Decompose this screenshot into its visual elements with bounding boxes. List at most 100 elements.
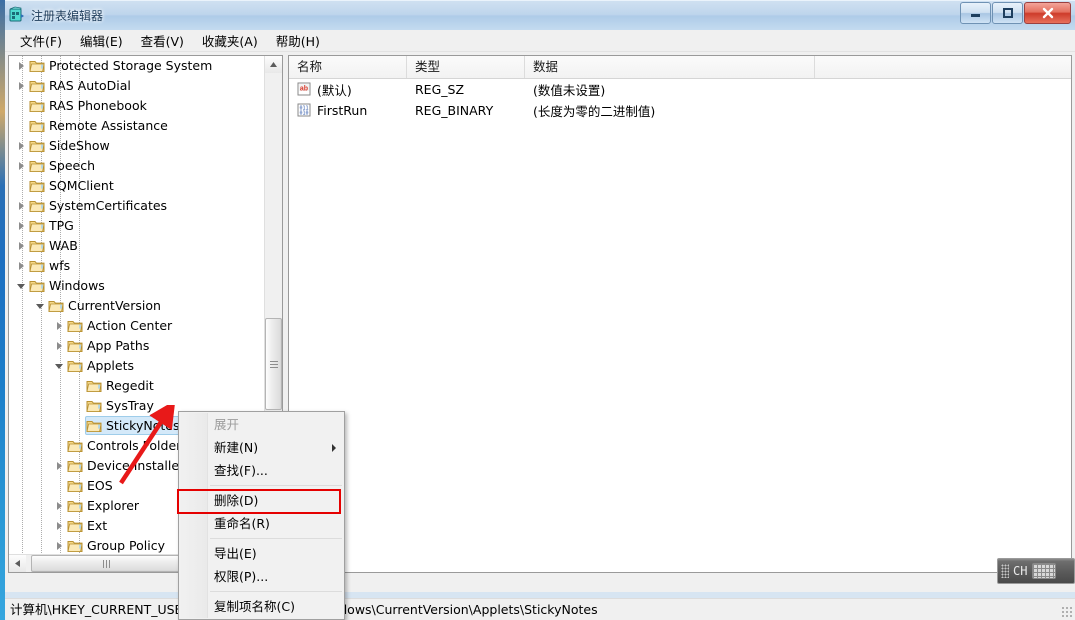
tree-item-label: EOS	[87, 478, 113, 493]
tree-item-label: Group Policy	[87, 538, 165, 553]
folder-icon	[29, 179, 45, 193]
expand-arrow-icon[interactable]	[55, 456, 66, 476]
ctx-permissions[interactable]: 权限(P)...	[179, 565, 344, 588]
tree-item[interactable]: CurrentVersion	[9, 296, 266, 316]
ime-language-label[interactable]: CH	[1013, 564, 1027, 578]
ctx-export[interactable]: 导出(E)	[179, 542, 344, 565]
registry-values-pane[interactable]: 名称 类型 数据 ab (默认) REG_SZ (数值未设置) 011 010 FirstR…	[288, 55, 1072, 573]
expand-arrow-icon[interactable]	[17, 256, 28, 276]
tree-scrollbar-thumb[interactable]	[265, 318, 282, 410]
expand-arrow-icon[interactable]	[17, 196, 28, 216]
folder-icon	[48, 299, 64, 313]
expand-arrow-icon[interactable]	[17, 76, 28, 96]
folder-icon	[67, 439, 83, 453]
value-type-cell: REG_SZ	[415, 82, 465, 97]
expand-arrow-icon[interactable]	[17, 236, 28, 256]
title-bar[interactable]: 注册表编辑器	[5, 0, 1075, 31]
tree-item[interactable]: RAS Phonebook	[9, 96, 266, 116]
collapse-arrow-icon[interactable]	[36, 296, 47, 316]
tree-item[interactable]: Windows	[9, 276, 266, 296]
expand-arrow-icon[interactable]	[55, 316, 66, 336]
resize-grip[interactable]	[1061, 606, 1073, 618]
window-controls	[960, 2, 1071, 24]
folder-icon	[86, 419, 102, 433]
folder-icon	[67, 539, 83, 553]
tree-item[interactable]: SystemCertificates	[9, 196, 266, 216]
expand-arrow-icon[interactable]	[17, 216, 28, 236]
tree-item-label: RAS Phonebook	[49, 98, 147, 113]
tree-item[interactable]: Speech	[9, 156, 266, 176]
tree-item-label: Action Center	[87, 318, 173, 333]
keyboard-icon[interactable]	[1032, 563, 1057, 579]
column-header-name[interactable]: 名称	[289, 56, 407, 78]
tree-item[interactable]: TPG	[9, 216, 266, 236]
tree-item-label: CurrentVersion	[68, 298, 161, 313]
folder-icon	[67, 519, 83, 533]
context-menu-item-label: 新建(N)	[214, 440, 259, 455]
menu-file[interactable]: 文件(F)	[11, 28, 71, 53]
tree-item[interactable]: RAS AutoDial	[9, 76, 266, 96]
ctx-delete[interactable]: 删除(D)	[177, 489, 344, 514]
tree-item[interactable]: wfs	[9, 256, 266, 276]
maximize-button[interactable]	[992, 2, 1023, 24]
expand-arrow-icon[interactable]	[55, 496, 66, 516]
context-menu-separator	[210, 591, 342, 592]
tree-item-label: Windows	[49, 278, 105, 293]
tree-hscrollbar-thumb[interactable]	[31, 555, 181, 572]
menu-view[interactable]: 查看(V)	[132, 28, 193, 53]
expand-arrow-icon[interactable]	[17, 56, 28, 76]
table-row[interactable]: 011 010 FirstRun REG_BINARY (长度为零的二进制值)	[289, 100, 1071, 121]
tree-item-label: Protected Storage System	[49, 58, 213, 73]
expand-arrow-icon[interactable]	[17, 136, 28, 156]
ctx-rename[interactable]: 重命名(R)	[179, 512, 344, 535]
folder-icon	[29, 199, 45, 213]
folder-icon	[86, 399, 102, 413]
collapse-arrow-icon[interactable]	[55, 356, 66, 376]
ime-language-bar[interactable]: CH	[997, 558, 1075, 584]
ctx-new[interactable]: 新建(N)	[179, 436, 344, 459]
column-header-data[interactable]: 数据	[525, 56, 815, 78]
close-button[interactable]	[1024, 2, 1071, 24]
minimize-button[interactable]	[960, 2, 991, 24]
tree-item[interactable]: Action Center	[9, 316, 266, 336]
folder-icon	[67, 319, 83, 333]
expand-arrow-icon[interactable]	[55, 516, 66, 536]
tree-item-label: Applets	[87, 358, 134, 373]
scroll-left-arrow[interactable]	[9, 555, 26, 572]
tree-item[interactable]: SideShow	[9, 136, 266, 156]
menu-help[interactable]: 帮助(H)	[267, 28, 329, 53]
expand-arrow-icon[interactable]	[55, 336, 66, 356]
menu-edit[interactable]: 编辑(E)	[71, 28, 132, 53]
expand-arrow-icon[interactable]	[55, 536, 66, 556]
svg-text:010: 010	[299, 110, 308, 116]
tree-item[interactable]: Protected Storage System	[9, 56, 266, 76]
tree-item[interactable]: Applets	[9, 356, 266, 376]
folder-icon	[29, 219, 45, 233]
tree-item[interactable]: SQMClient	[9, 176, 266, 196]
folder-icon	[29, 279, 45, 293]
menu-bar: 文件(F) 编辑(E) 查看(V) 收藏夹(A) 帮助(H)	[5, 30, 1075, 52]
ime-drag-handle[interactable]	[1001, 564, 1009, 578]
folder-icon	[29, 79, 45, 93]
tree-item[interactable]: Regedit	[9, 376, 266, 396]
folder-icon	[67, 339, 83, 353]
values-list: ab (默认) REG_SZ (数值未设置) 011 010 FirstRun REG_BIN…	[289, 79, 1071, 121]
ctx-copy-key-name[interactable]: 复制项名称(C)	[179, 595, 344, 618]
table-row[interactable]: ab (默认) REG_SZ (数值未设置)	[289, 79, 1071, 100]
collapse-arrow-icon[interactable]	[17, 276, 28, 296]
folder-icon	[29, 139, 45, 153]
scroll-up-arrow[interactable]	[265, 56, 282, 73]
context-menu-separator	[210, 538, 342, 539]
context-menu-item-label: 复制项名称(C)	[214, 599, 295, 614]
tree-item[interactable]: Remote Assistance	[9, 116, 266, 136]
tree-item[interactable]: App Paths	[9, 336, 266, 356]
menu-favorites[interactable]: 收藏夹(A)	[193, 28, 267, 53]
context-menu-item-label: 删除(D)	[214, 493, 259, 508]
ctx-find[interactable]: 查找(F)...	[179, 459, 344, 482]
column-header-type[interactable]: 类型	[407, 56, 525, 78]
expand-arrow-icon[interactable]	[17, 156, 28, 176]
tree-item[interactable]: WAB	[9, 236, 266, 256]
